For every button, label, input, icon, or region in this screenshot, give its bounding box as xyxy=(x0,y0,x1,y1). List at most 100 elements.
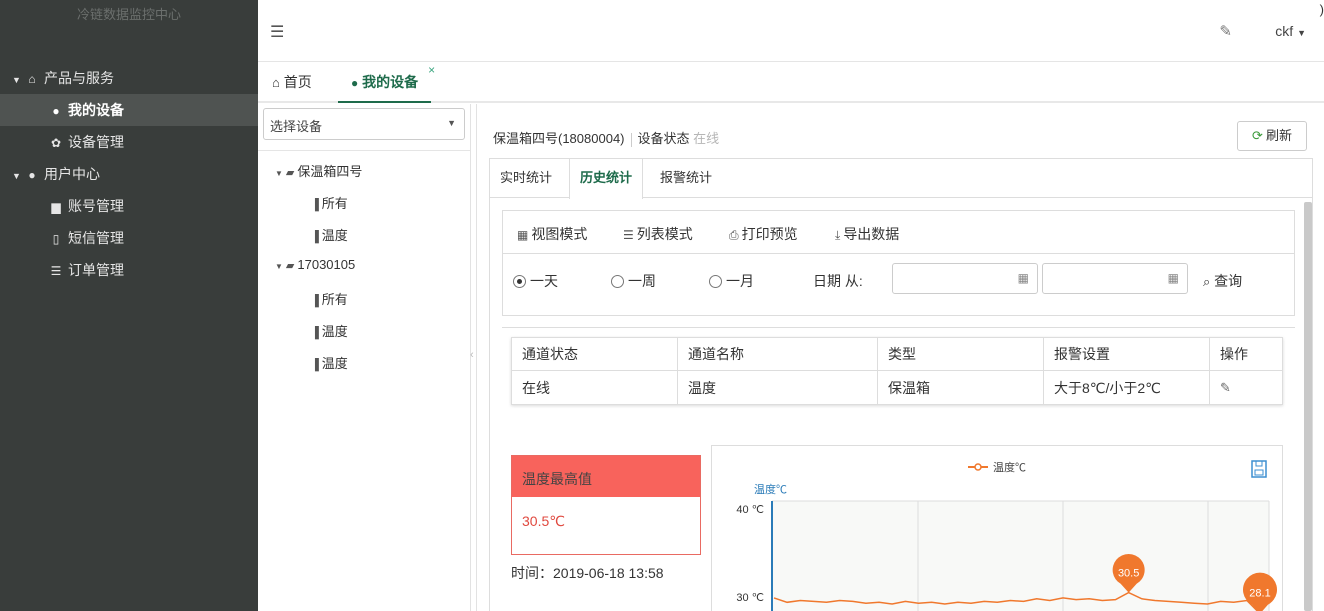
channel-table-box: 通道状态 通道名称 类型 报警设置 操作 在线 温度 保温箱 大于8℃/小于2℃… xyxy=(502,327,1295,417)
temperature-chart: 温度℃ 温度℃ 40 ℃ 30 ℃ 30.5 28.1 xyxy=(711,445,1283,611)
tree-node-device[interactable]: ▼ ▰ 17030105 xyxy=(275,257,355,272)
column-header: 通道状态 xyxy=(511,337,678,371)
list-icon: ☰ xyxy=(50,264,62,278)
caret-down-icon: ▼ xyxy=(12,171,21,181)
tab-realtime[interactable]: 实时统计 xyxy=(490,159,562,198)
query-button[interactable]: ⌕ 查询 xyxy=(1203,271,1242,291)
tree-node-channel[interactable]: ▐ 所有 xyxy=(311,289,348,308)
sidebar-item-device-management[interactable]: ✿ 设备管理 xyxy=(0,126,258,158)
device-title: 保温箱四号(18080004) 设备状态 在线 xyxy=(493,131,720,147)
range-day-radio[interactable]: 一天 xyxy=(513,271,558,291)
caret-down-icon: ▼ xyxy=(275,169,283,178)
history-content: ▦ 视图模式 ☰ 列表模式 ⎙ 打印预览 ⤓ 导出数据 一天 一周 一月 日期 从: ▦… xyxy=(489,198,1313,611)
brand-title: 冷链数据监控中心 xyxy=(76,7,181,22)
print-icon: ⎙ xyxy=(729,228,739,242)
mobile-icon: ▯ xyxy=(52,232,60,246)
search-icon: ⌕ xyxy=(1203,274,1211,289)
tab-bar: ⌂ 首页 ● 我的设备 × xyxy=(258,62,1324,103)
sidebar-group-user-center[interactable]: ▼ ● 用户中心 xyxy=(0,158,258,190)
radio-checked-icon xyxy=(513,275,526,288)
y-tick-label: 30 ℃ xyxy=(736,592,764,604)
y-axis-title: 温度℃ xyxy=(754,482,787,496)
stats-tabs: 实时统计 历史统计 报警统计 xyxy=(489,158,1313,199)
legend-marker xyxy=(974,463,982,471)
stray-character: ) xyxy=(1319,2,1324,17)
list-mode-button[interactable]: ☰ 列表模式 xyxy=(623,224,693,244)
marker-label: 28.1 xyxy=(1249,588,1270,600)
plot-area xyxy=(772,501,1269,611)
divider xyxy=(630,132,632,147)
download-icon: ⤓ xyxy=(835,228,841,242)
refresh-button[interactable]: ⟳ 刷新 xyxy=(1237,121,1307,151)
column-header: 操作 xyxy=(1209,337,1283,371)
calendar-icon: ▦ xyxy=(1017,271,1029,285)
tab-my-devices[interactable]: ● 我的设备 × xyxy=(338,62,435,103)
caret-down-icon: ▼ xyxy=(1297,28,1306,38)
user-menu[interactable]: ckf ▼ xyxy=(1275,23,1306,39)
sidebar: 冷链数据监控中心 ▼ ⌂ 产品与服务 ● 我的设备 ✿ 设备管理 ▼ ● 用户中心 ▆ 账号管… xyxy=(0,0,258,611)
tab-alarm[interactable]: 报警统计 xyxy=(650,159,722,198)
file-icon: ▐ xyxy=(311,199,319,211)
chart-legend[interactable]: 温度℃ xyxy=(968,460,1026,474)
device-tree-panel: 选择设备 ▼ ▼ ▰ 保温箱四号 ▐ 所有 ▐ 温度 ▼ ▰ 17030105 ▐ 所有 ▐ 温… xyxy=(258,104,474,611)
view-mode-button[interactable]: ▦ 视图模式 xyxy=(517,224,587,244)
channel-table: 通道状态 通道名称 类型 报警设置 操作 在线 温度 保温箱 大于8℃/小于2℃… xyxy=(511,337,1283,405)
tab-home[interactable]: ⌂ 首页 xyxy=(272,62,312,103)
print-preview-button[interactable]: ⎙ 打印预览 xyxy=(729,224,798,244)
save-image-icon[interactable] xyxy=(1251,460,1267,478)
close-tab-icon[interactable]: × xyxy=(428,50,435,90)
device-select[interactable]: 选择设备 ▼ xyxy=(263,108,465,140)
user-icon: ● xyxy=(28,168,36,182)
range-week-radio[interactable]: 一周 xyxy=(611,271,656,291)
sidebar-group-products[interactable]: ▼ ⌂ 产品与服务 xyxy=(0,62,258,94)
status-badge: 在线 xyxy=(693,131,720,146)
date-from-label: 日期 从: xyxy=(813,273,863,289)
file-icon: ▐ xyxy=(311,295,319,307)
column-header: 报警设置 xyxy=(1043,337,1210,371)
file-icon: ▐ xyxy=(311,327,319,339)
table-cell: 大于8℃/小于2℃ xyxy=(1043,370,1210,405)
sidebar-item-sms[interactable]: ▯ 短信管理 xyxy=(0,222,258,254)
folder-open-icon: ▰ xyxy=(285,167,295,179)
menu-toggle-icon[interactable]: ☰ xyxy=(270,22,284,42)
tree-node-channel[interactable]: ▐ 所有 xyxy=(311,193,348,212)
list-icon: ☰ xyxy=(623,228,634,242)
user-icon: ● xyxy=(351,76,359,90)
sidebar-item-my-devices[interactable]: ● 我的设备 xyxy=(0,94,258,126)
main-panel: 保温箱四号(18080004) 设备状态 在线 ⟳ 刷新 实时统计 历史统计 报警统… xyxy=(476,104,1324,611)
sidebar-item-accounts[interactable]: ▆ 账号管理 xyxy=(0,190,258,222)
sidebar-item-orders[interactable]: ☰ 订单管理 xyxy=(0,254,258,286)
radio-icon xyxy=(611,275,624,288)
folder-open-icon: ▰ xyxy=(285,260,295,272)
collapse-chevron-icon[interactable]: ‹ xyxy=(470,349,474,361)
file-icon: ▐ xyxy=(311,359,319,371)
export-data-button[interactable]: ⤓ 导出数据 xyxy=(835,224,899,244)
max-value: 30.5℃ xyxy=(522,513,565,529)
max-value-title: 温度最高值 xyxy=(512,456,700,497)
range-month-radio[interactable]: 一月 xyxy=(709,271,754,291)
scrollbar[interactable] xyxy=(1304,202,1312,611)
gear-icon: ✿ xyxy=(50,136,62,150)
date-filter-row: 一天 一周 一月 日期 从: ▦ ▦ ⌕ 查询 xyxy=(503,254,1294,315)
date-to-input[interactable]: ▦ xyxy=(1042,263,1188,294)
grid-icon: ▦ xyxy=(517,228,529,242)
leaf-icon[interactable]: ✎ xyxy=(1219,22,1232,40)
max-value-time: 时间：2019-06-18 13:58 xyxy=(511,565,664,581)
caret-down-icon: ▼ xyxy=(447,118,456,128)
table-header-row: 通道状态 通道名称 类型 报警设置 操作 xyxy=(511,337,1283,371)
caret-down-icon: ▼ xyxy=(275,262,283,271)
date-from-input[interactable]: ▦ xyxy=(892,263,1038,294)
tree-node-device[interactable]: ▼ ▰ 保温箱四号 xyxy=(275,161,362,180)
tree-node-channel[interactable]: ▐ 温度 xyxy=(311,321,348,340)
home-icon: ⌂ xyxy=(28,72,36,86)
tree-node-channel[interactable]: ▐ 温度 xyxy=(311,353,348,372)
column-header: 通道名称 xyxy=(677,337,878,371)
radio-icon xyxy=(709,275,722,288)
max-value-panel: 温度最高值 30.5℃ xyxy=(511,455,701,555)
edit-icon[interactable]: ✎ xyxy=(1220,380,1231,395)
tab-history[interactable]: 历史统计 xyxy=(569,159,644,199)
tree-node-channel[interactable]: ▐ 温度 xyxy=(311,225,348,244)
column-header: 类型 xyxy=(877,337,1044,371)
legend-label: 温度℃ xyxy=(993,460,1026,474)
folder-icon: ▆ xyxy=(51,200,61,214)
